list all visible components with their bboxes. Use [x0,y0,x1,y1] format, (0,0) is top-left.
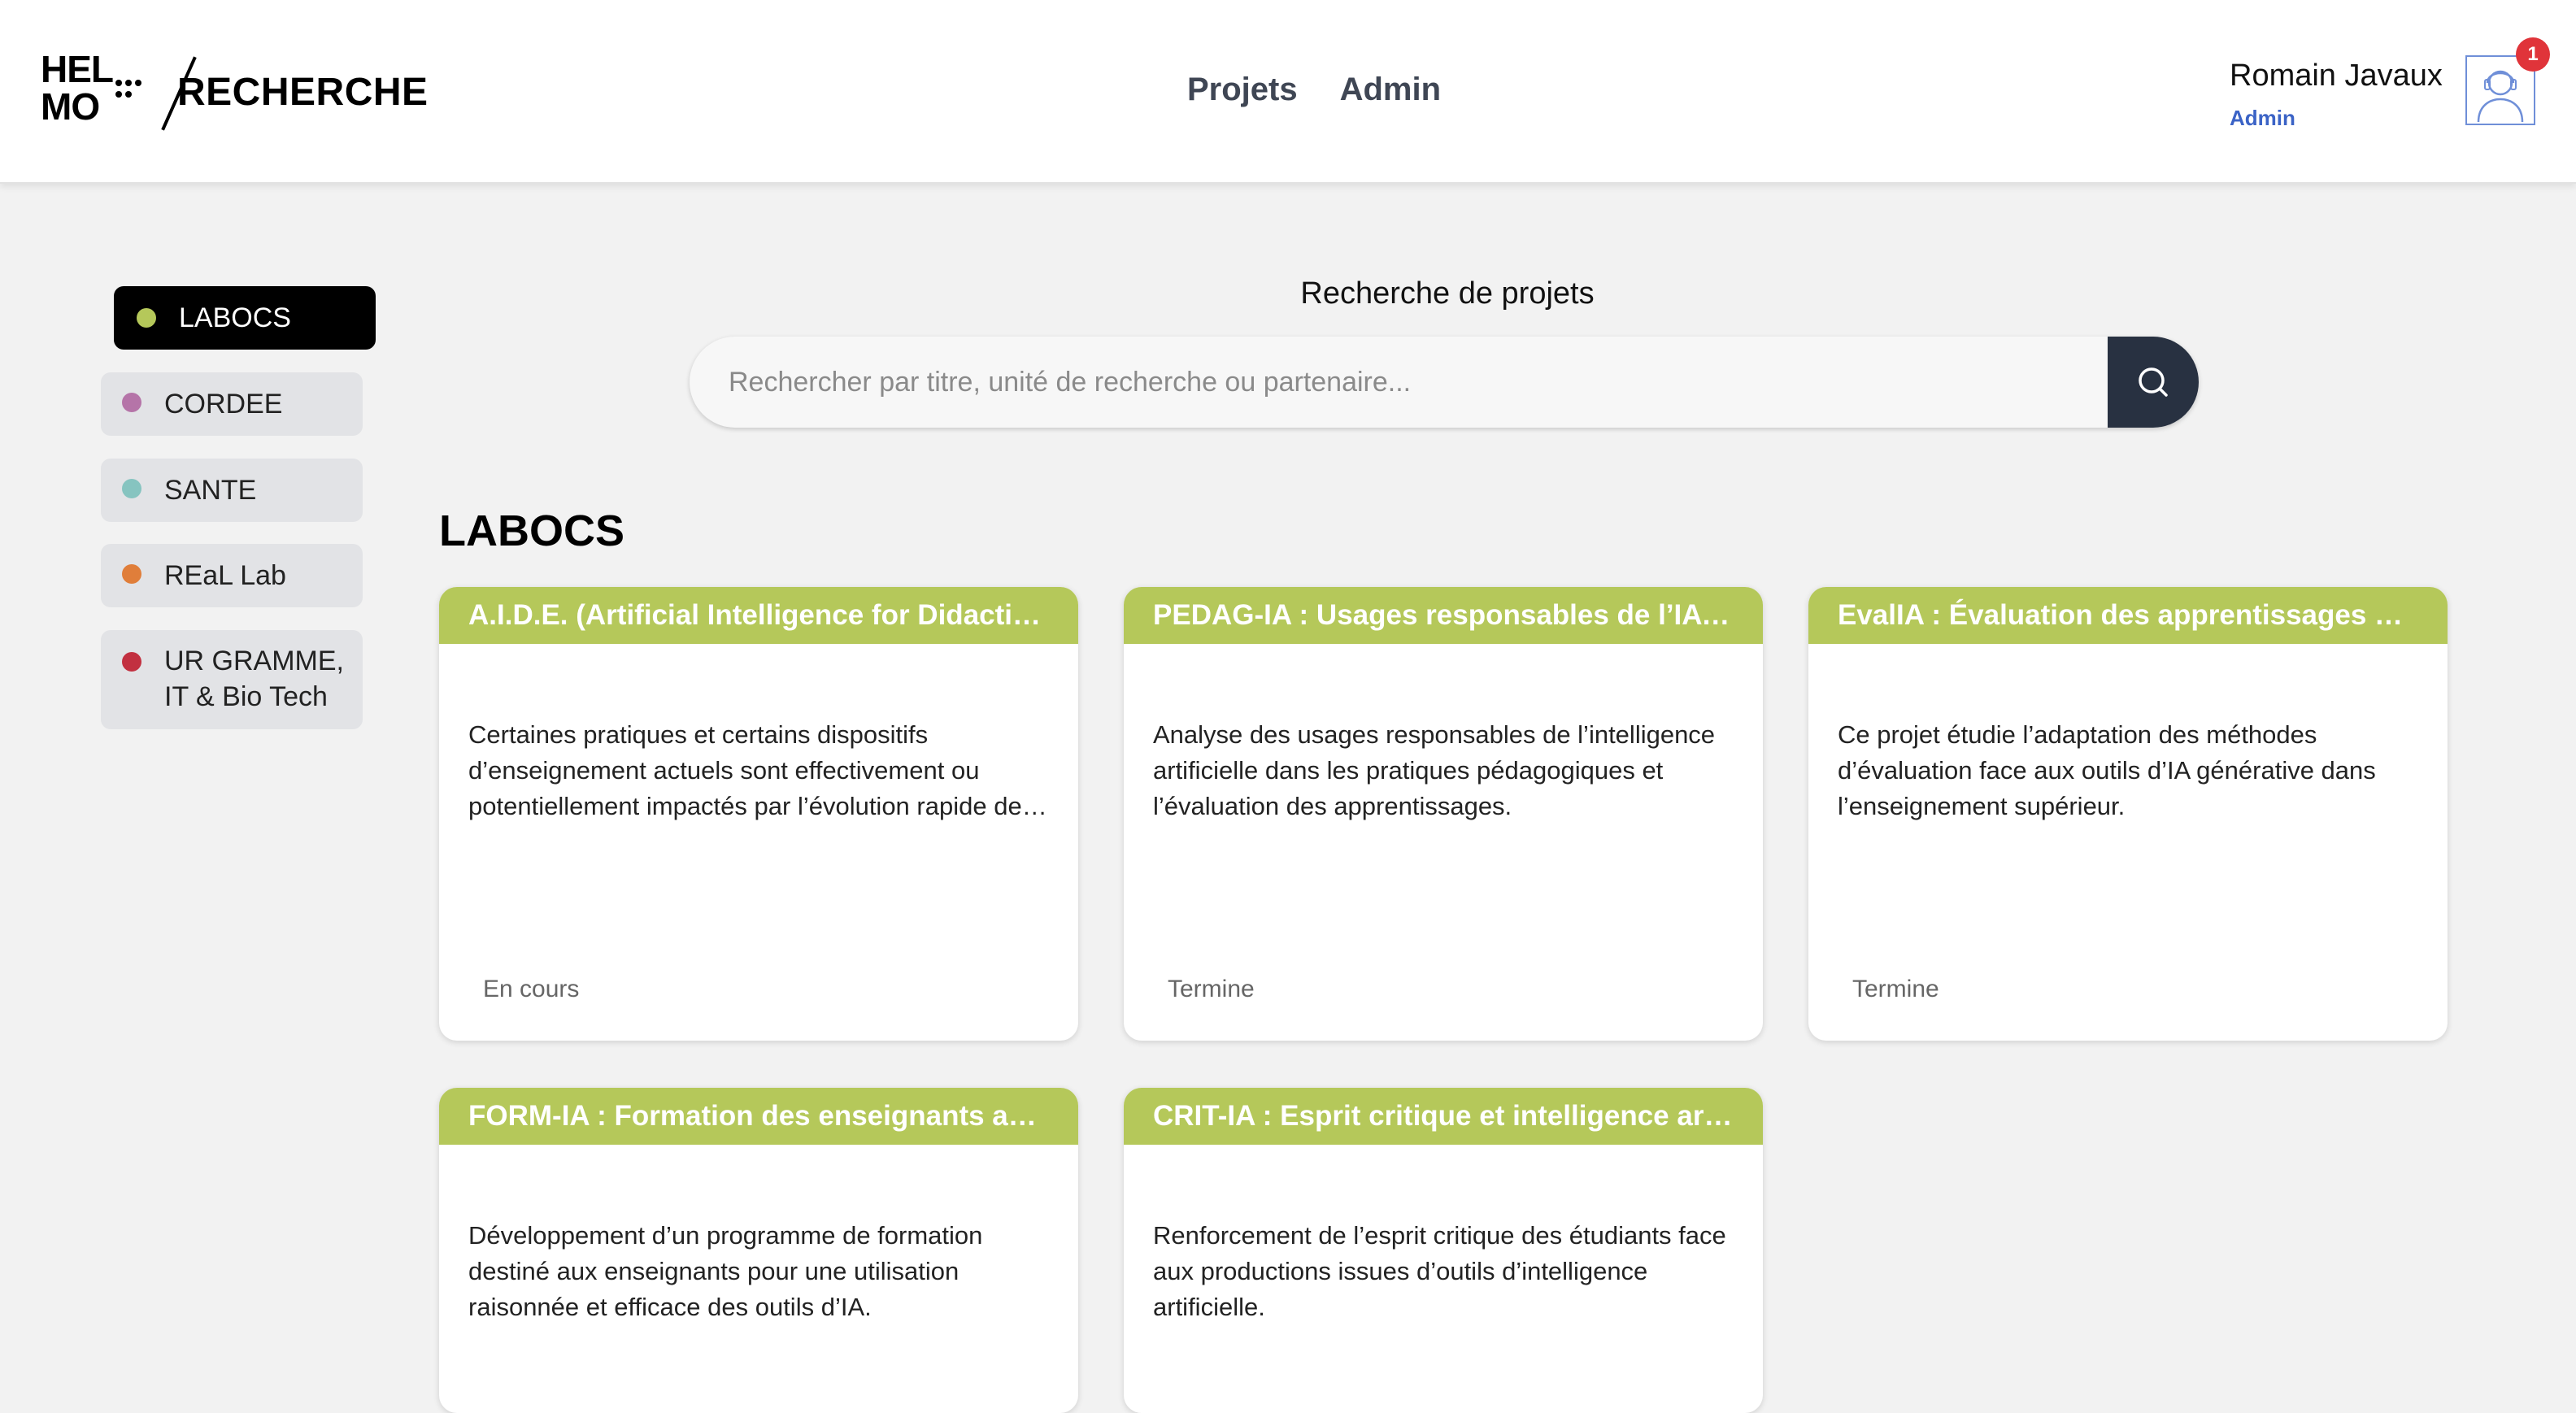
user-role: Admin [2230,106,2295,130]
labocs-color-dot [137,308,156,328]
project-status: Termine [1168,976,1255,1002]
project-card-description: Développement d’un programme de formatio… [468,1221,983,1321]
search-title: Recherche de projets [1300,276,1595,311]
sidebar-item-cordee[interactable]: CORDEE [101,372,363,436]
sidebar-item-ur-gramme[interactable]: UR GRAMME, IT & Bio Tech [101,630,363,729]
nav-projets[interactable]: Projets [1187,72,1298,108]
project-card[interactable]: EvalIA : Évaluation des apprentissages à… [1808,587,2448,1041]
sidebar-item-label: REaL Lab [164,560,286,591]
sidebar-item-label: LABOCS [179,302,291,333]
project-card-description: Renforcement de l’esprit critique des ét… [1153,1221,1726,1321]
logo-recherche-text: RECHERCHE [177,71,429,114]
real-lab-color-dot [122,564,141,584]
search-icon [2139,367,2168,397]
logo-hel-text: HEL [41,48,114,90]
project-status: En cours [483,976,580,1002]
logo-mo-text: MO [41,85,100,128]
project-card-description: Ce projet étudie l’adaptation des méthod… [1838,720,2376,820]
logo-mark: HEL MO [41,48,114,128]
sidebar-item-sante[interactable]: SANTE [101,459,363,522]
project-card-description: Analyse des usages responsables de l’int… [1153,720,1716,820]
sidebar-item-label: SANTE [164,475,257,506]
search-button[interactable] [2108,337,2199,428]
project-status: Termine [1852,976,1939,1002]
section-title: LABOCS [439,507,624,555]
top-header: HEL MO RECHERCHE Projets Admin Romain Ja… [0,0,2576,184]
project-card[interactable]: A.I.D.E. (Artificial Intelligence for Di… [439,587,1078,1041]
user-name: Romain Javaux [2230,59,2443,93]
sidebar-item-label: CORDEE [164,389,283,420]
project-card-title: A.I.D.E. (Artificial Intelligence for Di… [439,587,1078,644]
sante-color-dot [122,479,141,498]
notification-badge[interactable]: 1 [2516,37,2550,72]
search-input[interactable] [690,337,2108,428]
sidebar-item-real-lab[interactable]: REaL Lab [101,544,363,607]
project-card-title: FORM-IA : Formation des enseignants aux … [439,1088,1078,1145]
project-card[interactable]: PEDAG-IA : Usages responsables de l’IA e… [1124,587,1763,1041]
project-card[interactable]: FORM-IA : Formation des enseignants aux … [439,1088,1078,1413]
sidebar-item-label-line1: UR GRAMME, [164,646,344,676]
project-card-title: EvalIA : Évaluation des apprentissages à… [1808,587,2448,644]
nav-admin[interactable]: Admin [1340,72,1441,108]
cordee-color-dot [122,393,141,412]
search-bar [690,337,2199,428]
project-card-description: Certaines pratiques et certains disposit… [468,720,1022,820]
project-card[interactable]: CRIT-IA : Esprit critique et intelligenc… [1124,1088,1763,1413]
logo-dots-icon [115,80,141,99]
sidebar-item-labocs[interactable]: LABOCS [114,286,376,350]
project-card-title: PEDAG-IA : Usages responsables de l’IA e… [1124,587,1763,644]
main-nav: Projets Admin [1187,72,1441,108]
project-card-title: CRIT-IA : Esprit critique et intelligenc… [1124,1088,1763,1145]
ur-gramme-color-dot [122,652,141,672]
sidebar-item-label-line2: IT & Bio Tech [164,681,328,712]
